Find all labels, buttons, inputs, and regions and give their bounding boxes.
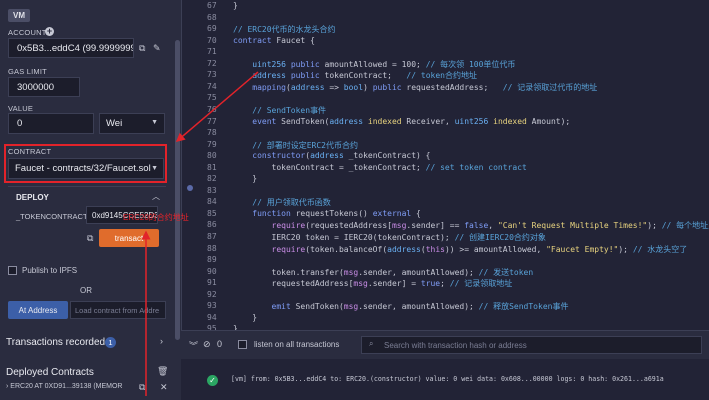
code-line[interactable]: } <box>233 313 257 322</box>
code-line[interactable]: emit SendToken(msg.sender, amountAllowed… <box>233 301 569 312</box>
terminal-search-input[interactable]: Search with transaction hash or address <box>361 336 702 354</box>
load-contract-input[interactable]: Load contract from Addre <box>70 301 166 319</box>
line-number: 75 <box>207 93 217 103</box>
deploy-title: DEPLOY <box>16 193 49 202</box>
vm-badge: VM <box>8 9 30 22</box>
value-unit-select[interactable]: Wei ▼ <box>99 113 165 134</box>
code-line[interactable]: mapping(address => bool) public requeste… <box>233 82 597 93</box>
remix-ide: VM ACCOUNT + 0x5B3...eddC4 (99.9999999 ⧉… <box>0 0 709 400</box>
code-editor[interactable]: 67} 68 69// ERC20代币的水龙头合约 70 contract Faucet… <box>181 0 709 330</box>
breakpoint-marker[interactable] <box>187 185 193 191</box>
line-number: 71 <box>207 47 217 57</box>
line-number: 78 <box>207 128 217 138</box>
trash-icon[interactable]: 🗑 <box>157 366 168 377</box>
chevron-down-icon: ▼ <box>151 165 158 172</box>
code-line[interactable]: event SendToken(address indexed Receiver… <box>233 117 570 126</box>
line-number: 92 <box>207 289 217 299</box>
chevron-down-icon: ▼ <box>151 119 158 126</box>
chevron-down-icon[interactable]: ︾ <box>189 339 198 352</box>
publish-ipfs-checkbox[interactable] <box>8 266 17 275</box>
code-line[interactable]: address public tokenContract; // token合约… <box>233 70 477 81</box>
code-line[interactable]: require(requestedAddress[msg.sender] == … <box>233 220 709 231</box>
or-label: OR <box>80 286 92 295</box>
contract-label: CONTRACT <box>8 147 52 156</box>
check-icon: ✓ <box>207 375 218 386</box>
code-line[interactable]: requestedAddress[msg.sender] = true; // … <box>233 278 513 289</box>
code-line[interactable]: tokenContract = _tokenContract; // set t… <box>233 163 527 172</box>
terminal-count: 0 <box>217 339 223 349</box>
contract-selected-label: Faucet - contracts/32/Faucet.sol <box>15 163 151 174</box>
line-number: 68 <box>207 12 217 22</box>
code-line[interactable]: // ERC20代币的水龙头合约 <box>233 24 336 35</box>
edit-icon[interactable]: ✎ <box>153 43 161 54</box>
code-line[interactable]: require(token.balanceOf(address(this)) >… <box>233 244 688 255</box>
deployed-contracts-label: Deployed Contracts <box>6 367 94 378</box>
terminal: ︾ ⊘ 0 listen on all transactions Search … <box>181 330 709 400</box>
chevron-up-icon[interactable]: ︿ <box>152 191 160 202</box>
code-line[interactable]: IERC20 token = IERC20(tokenContract); //… <box>233 232 546 243</box>
deployed-contract-item[interactable]: › ERC20 AT 0XD91...39138 (MEMOR <box>6 383 122 390</box>
publish-ipfs-label: Publish to IPFS <box>22 266 78 275</box>
code-line[interactable]: // SendToken事件 <box>233 105 326 116</box>
listen-all-checkbox[interactable] <box>238 340 247 349</box>
clear-icon[interactable]: ⊘ <box>203 339 211 350</box>
annotation-label: ERC20的合约地址 <box>123 213 189 222</box>
code-line[interactable]: contract Faucet { <box>233 36 315 45</box>
token-contract-label: _TOKENCONTRACT: <box>16 212 89 221</box>
code-line[interactable]: constructor(address _tokenContract) { <box>233 151 430 160</box>
value-unit-label: Wei <box>106 118 123 129</box>
code-line[interactable]: function requestTokens() external { <box>233 209 421 218</box>
code-line[interactable]: // 用户领取代币函数 <box>233 197 330 208</box>
account-label: ACCOUNT <box>8 28 47 37</box>
code-line[interactable]: token.transfer(msg.sender, amountAllowed… <box>233 267 534 278</box>
contract-select[interactable]: Faucet - contracts/32/Faucet.sol ▼ <box>8 158 164 179</box>
panel-scrollbar[interactable] <box>175 40 180 340</box>
transactions-count-badge: 1 <box>105 337 116 348</box>
gas-limit-input[interactable]: 3000000 <box>8 77 80 97</box>
code-line[interactable]: // 部署时设定ERC2代币合约 <box>233 140 358 151</box>
close-icon[interactable]: ✕ <box>160 382 168 393</box>
transact-button[interactable]: transact <box>99 229 159 247</box>
gas-limit-label: GAS LIMIT <box>8 67 47 76</box>
account-select[interactable]: 0x5B3...eddC4 (99.9999999 <box>8 38 134 58</box>
transactions-recorded-label[interactable]: Transactions recorded <box>6 337 105 348</box>
terminal-toolbar: ︾ ⊘ 0 listen on all transactions Search … <box>181 331 709 359</box>
value-label: VALUE <box>8 104 34 113</box>
code-line[interactable]: uint256 public amountAllowed = 100; // 每… <box>233 59 515 70</box>
deployed-contract-label: ERC20 AT 0XD91...39138 (MEMOR <box>10 383 123 390</box>
editor-divider <box>181 0 182 330</box>
line-number: 83 <box>207 185 217 195</box>
chevron-right-icon: › <box>6 383 9 390</box>
search-icon: ⌕ <box>369 339 374 348</box>
deploy-run-panel: VM ACCOUNT + 0x5B3...eddC4 (99.9999999 ⧉… <box>0 0 181 400</box>
code-line[interactable]: } <box>233 1 238 10</box>
line-number: 89 <box>207 255 217 265</box>
copy-icon[interactable]: ⧉ <box>139 382 145 393</box>
value-input[interactable]: 0 <box>8 113 94 134</box>
at-address-button[interactable]: At Address <box>8 301 68 319</box>
terminal-log-line[interactable]: [vm] from: 0x5B3...eddC4 to: ERC20.(cons… <box>231 375 664 383</box>
copy-icon[interactable]: ⧉ <box>139 43 145 54</box>
copy-icon[interactable]: ⧉ <box>87 233 93 244</box>
code-line[interactable]: } <box>233 174 257 183</box>
plus-icon[interactable]: + <box>45 27 54 36</box>
listen-all-label: listen on all transactions <box>254 340 340 349</box>
chevron-right-icon[interactable]: › <box>160 336 163 346</box>
